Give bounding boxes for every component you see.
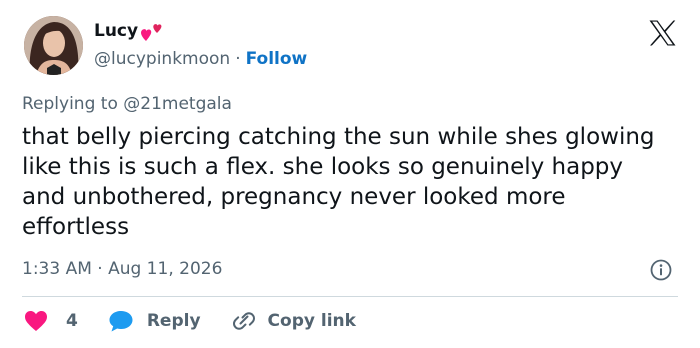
link-icon <box>232 312 255 330</box>
replying-to-prefix: Replying to <box>22 94 118 114</box>
author-handle[interactable]: @lucypinkmoon <box>94 49 230 69</box>
copy-link-button[interactable]: Copy link <box>231 309 356 333</box>
avatar[interactable] <box>24 16 83 75</box>
author-name-row: Lucy <box>94 20 164 42</box>
replying-to: Replying to @21metgala <box>22 94 232 114</box>
tweet-text: that belly piercing catching the sun whi… <box>22 124 655 240</box>
reply-button[interactable]: Reply <box>108 309 201 333</box>
like-button[interactable]: 4 <box>24 310 78 332</box>
copy-link-label: Copy link <box>267 311 356 331</box>
two-hearts-icon <box>140 20 164 42</box>
action-bar: 4 Reply Copy link <box>24 308 356 334</box>
reply-label: Reply <box>146 311 201 331</box>
follow-button[interactable]: Follow <box>246 49 308 69</box>
x-logo-icon[interactable] <box>649 20 676 46</box>
separator-dot: · <box>235 49 241 69</box>
like-count: 4 <box>66 311 78 331</box>
divider <box>22 296 678 297</box>
replying-to-mention[interactable]: @21metgala <box>123 94 232 114</box>
tweet-timestamp[interactable]: 1:33 AM · Aug 11, 2026 <box>22 259 222 279</box>
avatar-image <box>24 16 83 75</box>
info-icon[interactable] <box>650 259 672 281</box>
chat-bubble-icon <box>109 311 133 332</box>
handle-row: @lucypinkmoon · Follow <box>94 49 307 69</box>
display-name[interactable]: Lucy <box>94 21 138 41</box>
heart-icon <box>25 311 47 331</box>
